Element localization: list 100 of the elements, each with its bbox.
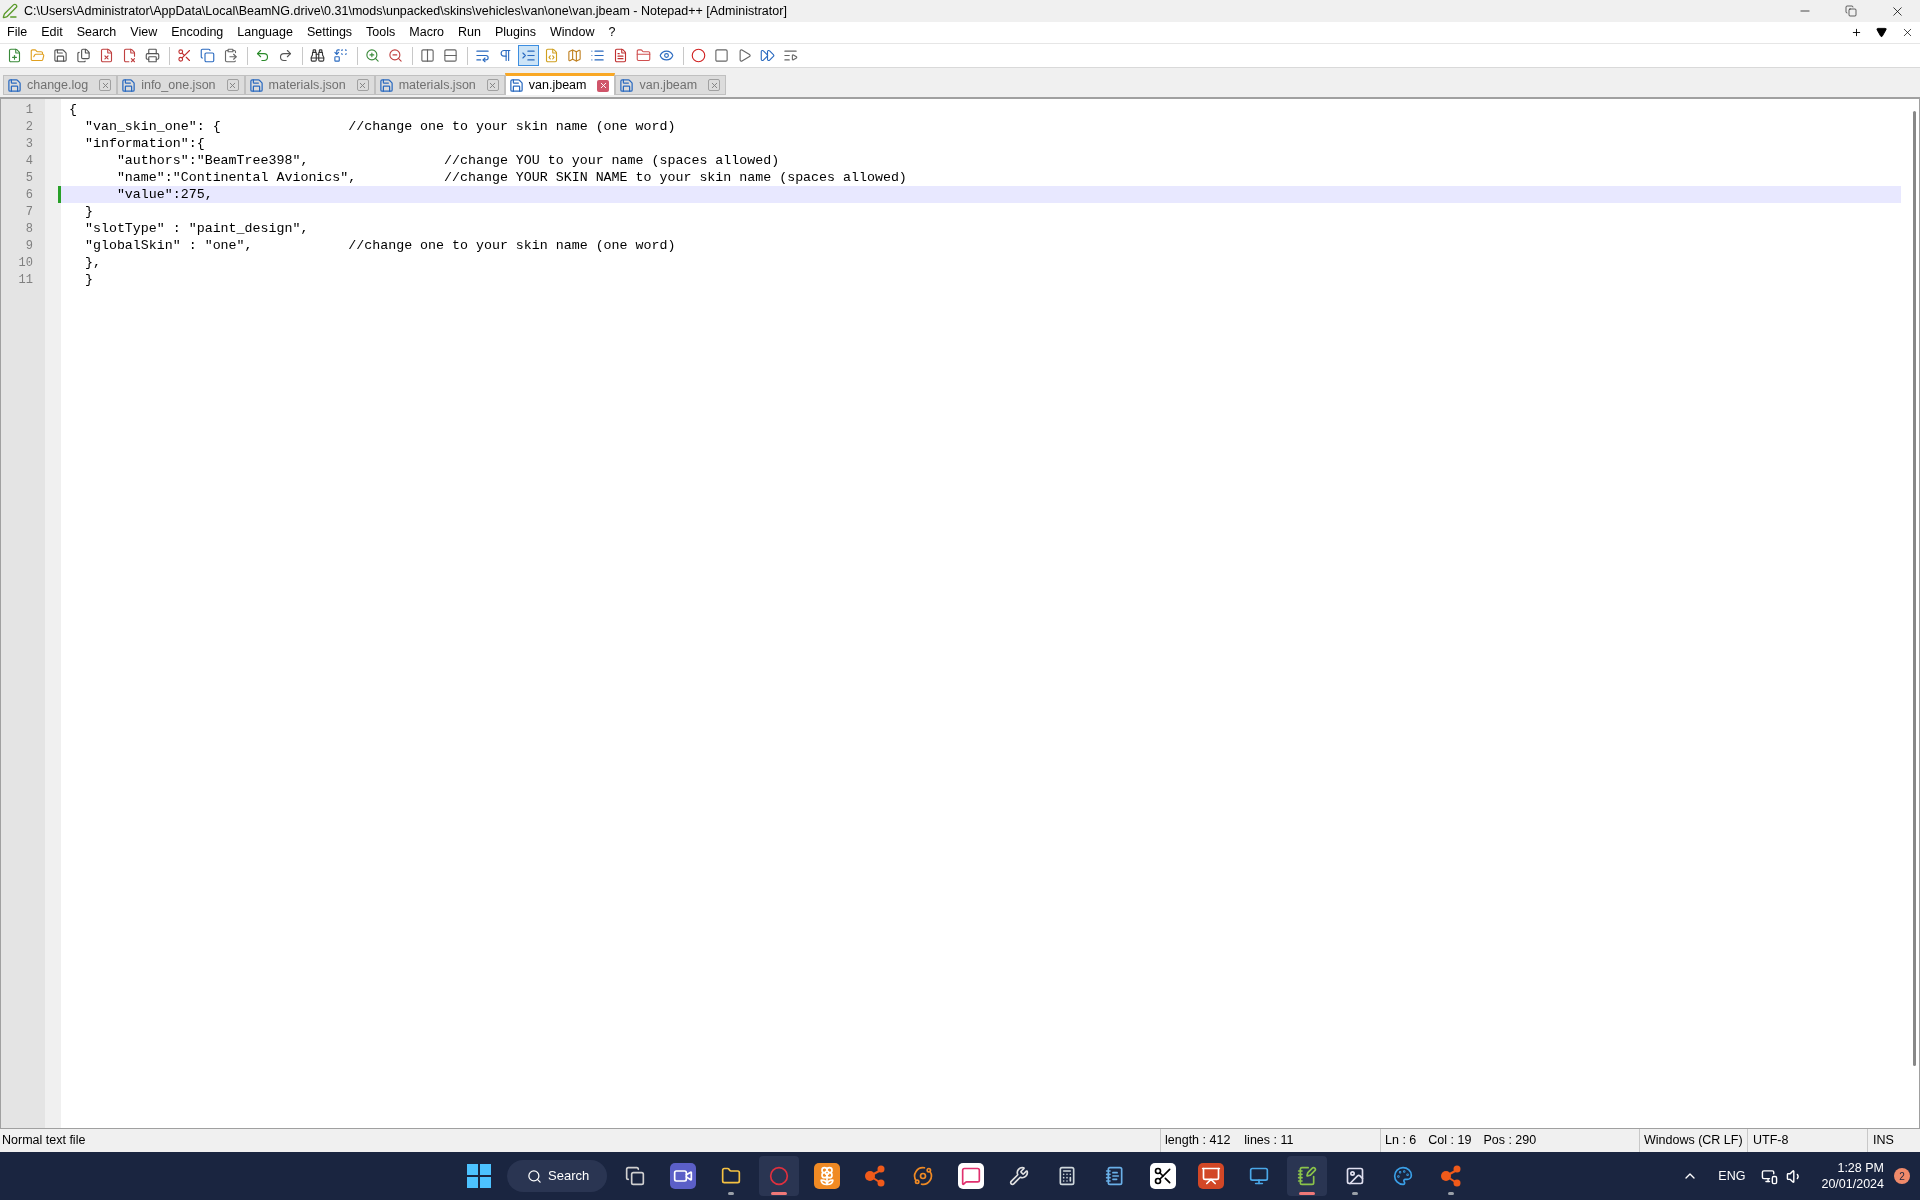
code-line: }, [83,253,101,272]
code-line: "globalSkin" : "one", //change one to your skin name (one word) [83,236,676,255]
document-tab[interactable]: van.jbeam [504,73,616,95]
zoom-in-icon [365,48,380,63]
menu-item[interactable]: Language [230,22,300,43]
line-number: 9 [25,237,33,255]
line-number: 10 [18,254,33,272]
close-icon [599,81,608,90]
new-tab-button[interactable] [1851,27,1862,38]
binoculars-icon [310,48,325,63]
copy-icon [200,48,215,63]
list-icon [590,48,605,63]
clock[interactable]: 1:28 PM 20/01/2024 [1821,1160,1884,1192]
menu-item[interactable]: Search [69,22,124,43]
message-icon [961,1166,981,1186]
search-icon [527,1168,542,1184]
menu-item[interactable]: View [123,22,165,43]
network-icon[interactable] [1761,1167,1779,1185]
task-view-icon [625,1166,645,1186]
menu-item[interactable]: File [0,22,35,43]
tab-label: materials.json [268,76,346,94]
zoom-out-icon [388,48,403,63]
window-title: C:\Users\Administrator\AppData\Local\BeamNG.drive\0.31\mods\unpacked\skins\vehicles\van\one\van.jbeam - Notepad++ [Administrator] [24,2,787,20]
stop-square-icon [714,48,729,63]
fast-forward-icon [760,48,775,63]
scrollbar-thumb[interactable] [1913,111,1916,1066]
running-indicator [771,1192,787,1195]
nodes-icon [1439,1164,1463,1188]
clock-time: 1:28 PM [1837,1160,1884,1176]
tab-close-button[interactable] [486,79,499,91]
line-number: 8 [25,220,33,238]
line-number: 2 [25,118,33,136]
nodes-icon [863,1164,887,1188]
presentation-icon [1201,1166,1221,1186]
play-icon [737,48,752,63]
tab-label: change.log [27,76,89,94]
menu-item[interactable]: Run [451,22,488,43]
document-tab[interactable]: materials.json [244,75,375,95]
document-tab[interactable]: van.jbeam [615,75,727,95]
close-icon [488,80,498,90]
file-x-icon [122,48,137,63]
menu-item[interactable]: Window [542,22,602,43]
redo-arrow-icon [278,48,293,63]
eye-icon [659,48,674,63]
code-line: } [83,270,93,289]
ring-icon [769,1166,789,1186]
lines-count: lines : 11 [1244,1132,1294,1150]
triangle-down-icon [1876,27,1887,38]
taskbar-app-button[interactable] [1287,1156,1327,1196]
indent-guide-button[interactable] [518,45,539,66]
column-position: Col : 19 [1428,1132,1472,1150]
close-icon [358,80,368,90]
tab-label: van.jbeam [528,77,587,95]
printer-icon [145,48,160,63]
indent-icon [521,48,536,63]
document-tab[interactable]: materials.json [374,75,505,95]
scissors-icon [1153,1166,1173,1186]
notebook-pen-icon [1297,1166,1317,1186]
record-dot-icon [691,48,706,63]
orbit-icon [913,1166,933,1186]
tab-label: van.jbeam [639,76,698,94]
search-button[interactable]: Search [507,1160,607,1192]
menu-item[interactable]: ? [601,22,623,43]
menu-item[interactable]: Settings [299,22,360,43]
tab-close-button[interactable] [708,79,721,91]
close-document-button[interactable] [1901,26,1914,39]
columns-icon [420,48,435,63]
document-tab[interactable]: info_one.json [117,75,245,95]
start-icon [467,1164,491,1188]
tab-close-button[interactable] [99,79,112,91]
running-indicator [1299,1192,1315,1195]
clipboard-icon [223,48,238,63]
code-line: } [83,202,93,221]
pilcrow-icon [498,48,513,63]
file-text-icon [613,48,628,63]
close-icon [228,80,238,90]
tab-close-button[interactable] [356,79,369,91]
menu-item[interactable]: Tools [359,22,403,43]
clock-date: 20/01/2024 [1821,1176,1884,1192]
files-icon [76,48,91,63]
folder-icon [636,48,651,63]
tab-close-button[interactable] [597,79,610,92]
tab-list-button[interactable] [1876,27,1887,38]
map-icon [567,48,582,63]
menu-item[interactable]: Plugins [487,22,543,43]
close-icon [100,80,110,90]
tab-close-button[interactable] [226,79,239,91]
list-icon [783,48,798,63]
menu-item[interactable]: Edit [34,22,70,43]
notification-badge[interactable]: 2 [1894,1168,1910,1184]
monitor-icon [1249,1166,1269,1186]
undo-arrow-icon [255,48,270,63]
code-line: "van_skin_one": { //change one to your skin name (one word) [83,117,676,136]
notepad-icon [1105,1166,1125,1186]
file-type: Normal text file [1,1132,87,1150]
input-language[interactable]: ENG [1718,1166,1746,1186]
menu-item[interactable]: Encoding [164,22,231,43]
document-tab[interactable]: change.log [3,75,118,95]
replace-icon [333,48,348,63]
menu-item[interactable]: Macro [402,22,452,43]
